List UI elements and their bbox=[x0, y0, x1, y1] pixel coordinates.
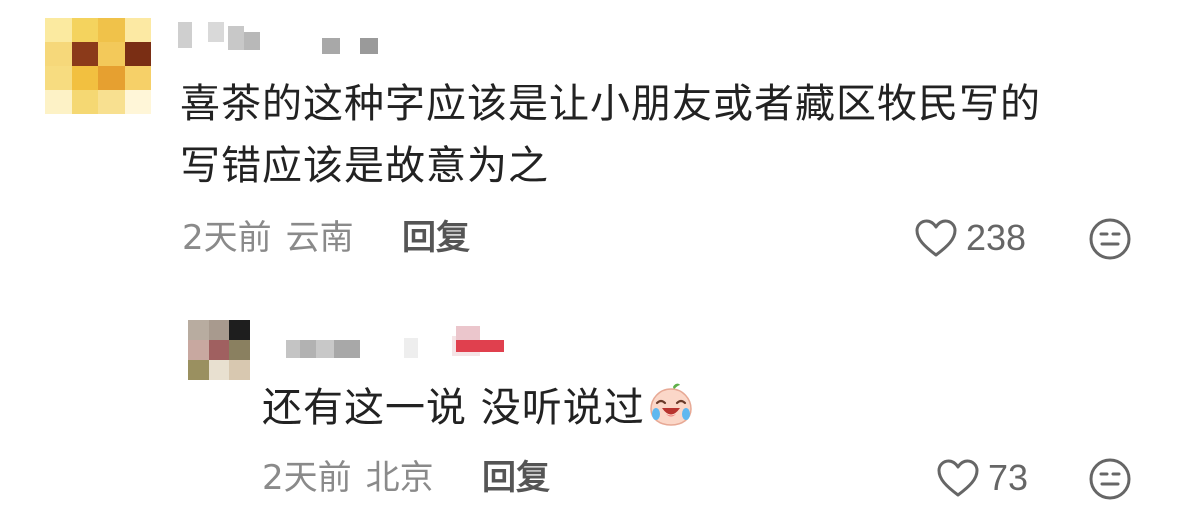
reply-button[interactable]: 回复 bbox=[482, 458, 550, 498]
neutral-face-icon[interactable] bbox=[1088, 457, 1132, 501]
heart-outline-icon bbox=[915, 219, 957, 257]
comment-text: 还有这一说 没听说过 bbox=[262, 380, 695, 436]
timestamp: 2天前 bbox=[182, 218, 272, 258]
comment-meta: 2天前 云南 bbox=[182, 218, 354, 258]
username-blurred[interactable] bbox=[178, 18, 388, 58]
comment-text: 喜茶的这种字应该是让小朋友或者藏区牧民写的 写错应该是故意为之 bbox=[180, 76, 1041, 194]
like-count: 238 bbox=[966, 217, 1027, 258]
timestamp: 2天前 bbox=[262, 458, 352, 498]
comment-text-line: 写错应该是故意为之 bbox=[180, 143, 549, 189]
heart-outline-icon bbox=[937, 459, 979, 497]
like-button[interactable]: 238 bbox=[914, 218, 1026, 258]
comment-meta: 2天前 北京 bbox=[262, 458, 434, 498]
like-button[interactable]: 73 bbox=[936, 458, 1028, 498]
reply-item: 还有这一说 没听说过 2天前 北京 回复 73 bbox=[0, 300, 1200, 516]
username-blurred[interactable] bbox=[286, 320, 536, 364]
avatar[interactable] bbox=[45, 18, 151, 114]
avatar[interactable] bbox=[188, 320, 250, 380]
reply-button[interactable]: 回复 bbox=[402, 218, 470, 258]
laughing-crying-peach-emoji-icon bbox=[649, 383, 692, 426]
like-count: 73 bbox=[988, 457, 1029, 498]
comment-item: 喜茶的这种字应该是让小朋友或者藏区牧民写的 写错应该是故意为之 2天前 云南 回复… bbox=[0, 0, 1200, 300]
location: 云南 bbox=[285, 218, 354, 258]
comment-text-line: 喜茶的这种字应该是让小朋友或者藏区牧民写的 bbox=[180, 81, 1041, 127]
location: 北京 bbox=[365, 458, 434, 498]
neutral-face-icon[interactable] bbox=[1088, 217, 1132, 261]
comment-text-content: 还有这一说 没听说过 bbox=[262, 385, 645, 431]
